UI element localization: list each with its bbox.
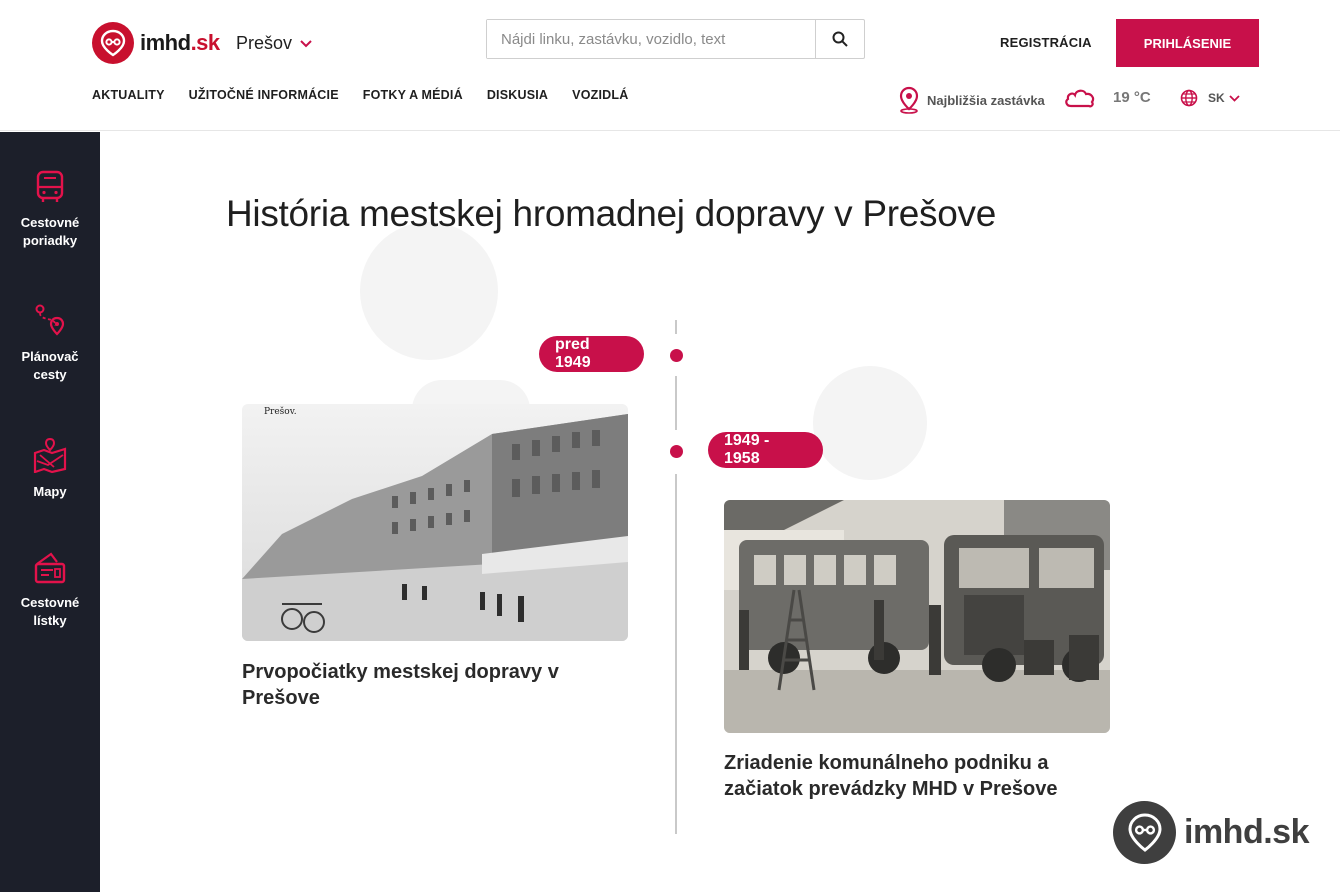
nav-photos-media[interactable]: FOTKY A MÉDIÁ: [363, 88, 463, 102]
watermark-logo-icon: [813, 366, 927, 480]
sidebar-item-label: Mapy: [33, 484, 67, 499]
card-title-link[interactable]: Zriadenie komunálneho podniku a začiatok…: [724, 752, 1058, 800]
timeline-dot: [670, 349, 683, 362]
corner-logo-text: imhd.sk: [1184, 813, 1309, 851]
watermark-logo-icon: [360, 222, 498, 360]
nav-useful-info[interactable]: UŽITOČNÉ INFORMÁCIE: [189, 88, 339, 102]
card-title-link[interactable]: Prvopočiatky mestskej dopravy v Prešove: [242, 661, 559, 709]
timeline-card-title[interactable]: Zriadenie komunálneho podniku a začiatok…: [724, 750, 1104, 802]
map-icon: [33, 437, 67, 473]
search-input[interactable]: [487, 20, 815, 58]
search-icon: [832, 31, 848, 47]
site-header: imhd.sk Prešov REGISTRÁCIA PRIHLÁSENIE A…: [0, 0, 1340, 131]
nearest-stop-label: Najbližšia zastávka: [927, 92, 1045, 108]
language-code: SK: [1208, 91, 1225, 105]
globe-icon: [1180, 89, 1198, 107]
weather-widget: 19 °C: [1063, 84, 1151, 110]
cloud-icon: [1065, 89, 1095, 108]
imhd-logo-icon: [92, 22, 134, 64]
photo-image: [724, 500, 1110, 733]
sidebar-item-label: Plánovač cesty: [21, 349, 79, 382]
sidebar-item-tickets[interactable]: Cestovné lístky: [0, 550, 100, 630]
period-badge: 1949 - 1958: [708, 432, 823, 468]
period-badge: pred 1949: [539, 336, 644, 372]
timeline-card-title[interactable]: Prvopočiatky mestskej dopravy v Prešove: [242, 659, 622, 711]
language-selector[interactable]: SK: [1180, 89, 1240, 107]
timeline-dot: [670, 445, 683, 458]
search-button[interactable]: [815, 20, 864, 58]
chevron-down-icon: [300, 39, 312, 47]
corner-brand-logo: imhd.sk: [1113, 801, 1309, 864]
timeline-line: [675, 320, 677, 334]
sidebar-item-label: Cestovné lístky: [20, 595, 80, 628]
page-title: História mestskej hromadnej dopravy v Pr…: [226, 193, 996, 234]
nav-news[interactable]: AKTUALITY: [92, 88, 165, 102]
bus-icon: [36, 170, 64, 202]
photo-caption: Prešov.: [264, 406, 297, 417]
sidebar-item-label: Cestovné poriadky: [20, 215, 80, 248]
main-nav: AKTUALITY UŽITOČNÉ INFORMÁCIE FOTKY A MÉ…: [92, 88, 628, 102]
city-name: Prešov: [236, 33, 293, 53]
login-button[interactable]: PRIHLÁSENIE: [1116, 19, 1259, 67]
logo-text: imhd.sk: [140, 30, 220, 55]
site-logo[interactable]: imhd.sk: [92, 22, 220, 64]
sidebar: Cestovné poriadky Plánovač cesty Mapy Ce…: [0, 132, 100, 892]
location-pin-icon: [899, 86, 919, 114]
city-selector[interactable]: Prešov: [236, 33, 312, 54]
sidebar-item-route-planner[interactable]: Plánovač cesty: [0, 302, 100, 384]
ticket-icon: [34, 552, 66, 584]
historic-bus-photo[interactable]: [724, 500, 1110, 733]
photo-image: Prešov.: [242, 404, 628, 641]
nav-discussion[interactable]: DISKUSIA: [487, 88, 548, 102]
register-link[interactable]: REGISTRÁCIA: [1000, 35, 1092, 50]
sidebar-item-timetables[interactable]: Cestovné poriadky: [0, 170, 100, 250]
nav-vehicles[interactable]: VOZIDLÁ: [572, 88, 628, 102]
historic-street-photo[interactable]: Prešov.: [242, 404, 628, 641]
search-box: [486, 19, 865, 59]
timeline-line: [675, 474, 677, 834]
nearest-stop-link[interactable]: Najbližšia zastávka: [897, 86, 1045, 114]
sidebar-item-maps[interactable]: Mapy: [0, 437, 100, 501]
temperature: 19 °C: [1113, 88, 1151, 106]
imhd-logo-icon: [1113, 801, 1176, 864]
route-planner-icon: [35, 304, 65, 336]
chevron-down-icon: [1229, 94, 1240, 102]
timeline-line: [675, 376, 677, 430]
